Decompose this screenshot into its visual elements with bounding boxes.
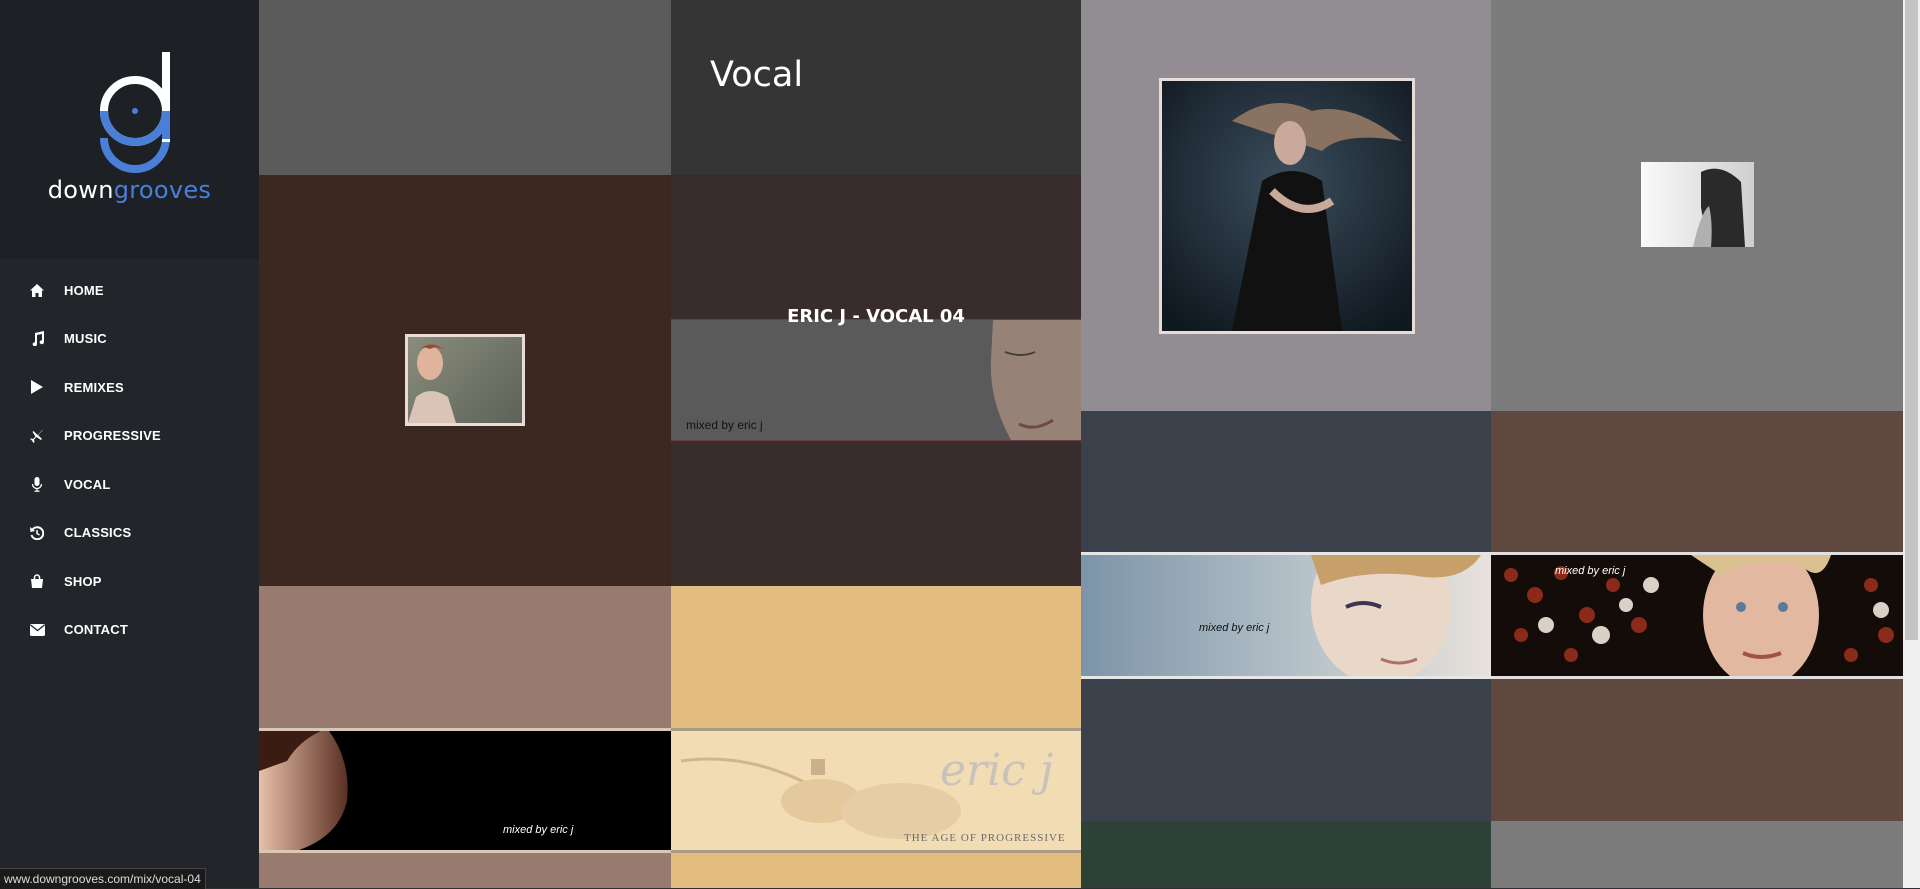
nav-label-remixes: REMIXES (64, 379, 124, 395)
tile-gray-top (259, 0, 671, 175)
home-icon (29, 282, 45, 298)
mix-caption: mixed by eric j (1555, 565, 1626, 577)
eric-j-logo: eric j (940, 745, 1054, 796)
nav-label-progressive: PROGRESSIVE (64, 428, 161, 444)
play-icon (29, 379, 45, 395)
mix-banner-progressive[interactable]: eric j THE AGE OF PROGRESSIVE (671, 728, 1081, 853)
mix-caption: mixed by eric j (686, 418, 763, 432)
nav-label-home: HOME (64, 282, 104, 298)
history-icon (29, 525, 45, 541)
nav-label-music: MUSIC (64, 331, 107, 347)
nav-item-progressive[interactable]: PROGRESSIVE (0, 412, 259, 461)
mix-banner-vocal-bottom[interactable]: mixed by eric j (259, 728, 671, 853)
tile-brown-lower (1491, 679, 1903, 821)
envelope-icon (29, 622, 45, 638)
nav-label-classics: CLASSICS (64, 525, 132, 541)
page-scrollbar[interactable] (1903, 0, 1920, 888)
logo[interactable]: downgrooves (0, 0, 259, 259)
tile-rosy-brown (259, 586, 671, 728)
music-icon (29, 331, 45, 347)
mix-title: ERIC J - VOCAL 04 (787, 306, 965, 327)
scrollbar-thumb[interactable] (1905, 0, 1918, 640)
tile-brown (1491, 411, 1903, 552)
nav-item-contact[interactable]: CONTACT (0, 606, 259, 655)
tile-mix-gray[interactable] (1491, 0, 1903, 411)
tile-green (1081, 821, 1491, 888)
nav-item-music[interactable]: MUSIC (0, 315, 259, 364)
brand-word-plain: down (47, 176, 114, 204)
tile-mix-hovered[interactable]: mixed by eric j (671, 175, 1081, 586)
tile-slate (1081, 411, 1491, 552)
plane-icon (29, 428, 45, 444)
mix-cover-woman-black-dress (1159, 78, 1415, 334)
nav-item-remixes[interactable]: REMIXES (0, 363, 259, 412)
mix-cover-smiling-woman (405, 334, 525, 426)
tile-mix-lilac[interactable] (1081, 0, 1491, 411)
nav-item-classics[interactable]: CLASSICS (0, 509, 259, 558)
page-title: Vocal (710, 55, 804, 95)
nav-label-contact: CONTACT (64, 622, 128, 638)
progressive-subtitle: THE AGE OF PROGRESSIVE (904, 832, 1066, 844)
mix-caption: mixed by eric j (1199, 622, 1270, 634)
nav-item-shop[interactable]: SHOP (0, 557, 259, 606)
mix-banner-vocal-04: mixed by eric j (671, 319, 1081, 441)
brand-wordmark: downgrooves (0, 176, 259, 204)
downgrooves-logo-icon (100, 52, 170, 173)
tile-gray-bottom (1491, 821, 1903, 888)
mix-banner-vocal-left[interactable]: mixed by eric j (1081, 552, 1491, 679)
nav-label-shop: SHOP (64, 573, 102, 589)
tile-mix-brown[interactable] (259, 175, 671, 586)
sidebar: downgrooves HOME MUSIC REMIXES PROGRESSI… (0, 0, 259, 888)
status-url: www.downgrooves.com/mix/vocal-04 (0, 868, 206, 889)
tile-sand (671, 586, 1081, 728)
nav-item-vocal[interactable]: VOCAL (0, 460, 259, 509)
mix-banner-vocal-right[interactable]: mixed by eric j (1491, 552, 1903, 679)
mix-cover-woman-looking-up (1641, 162, 1754, 247)
main-nav: HOME MUSIC REMIXES PROGRESSIVE VOCAL CLA… (0, 266, 259, 654)
brand-word-accent: grooves (113, 176, 212, 204)
microphone-icon (29, 476, 45, 492)
tile-slate-lower (1081, 679, 1491, 821)
nav-item-home[interactable]: HOME (0, 266, 259, 315)
nav-label-vocal: VOCAL (64, 476, 111, 492)
tile-rosy-brown-bottom (259, 853, 671, 888)
mix-caption: mixed by eric j (503, 824, 574, 836)
tile-sand-bottom (671, 853, 1081, 888)
shopping-bag-icon (29, 573, 45, 589)
